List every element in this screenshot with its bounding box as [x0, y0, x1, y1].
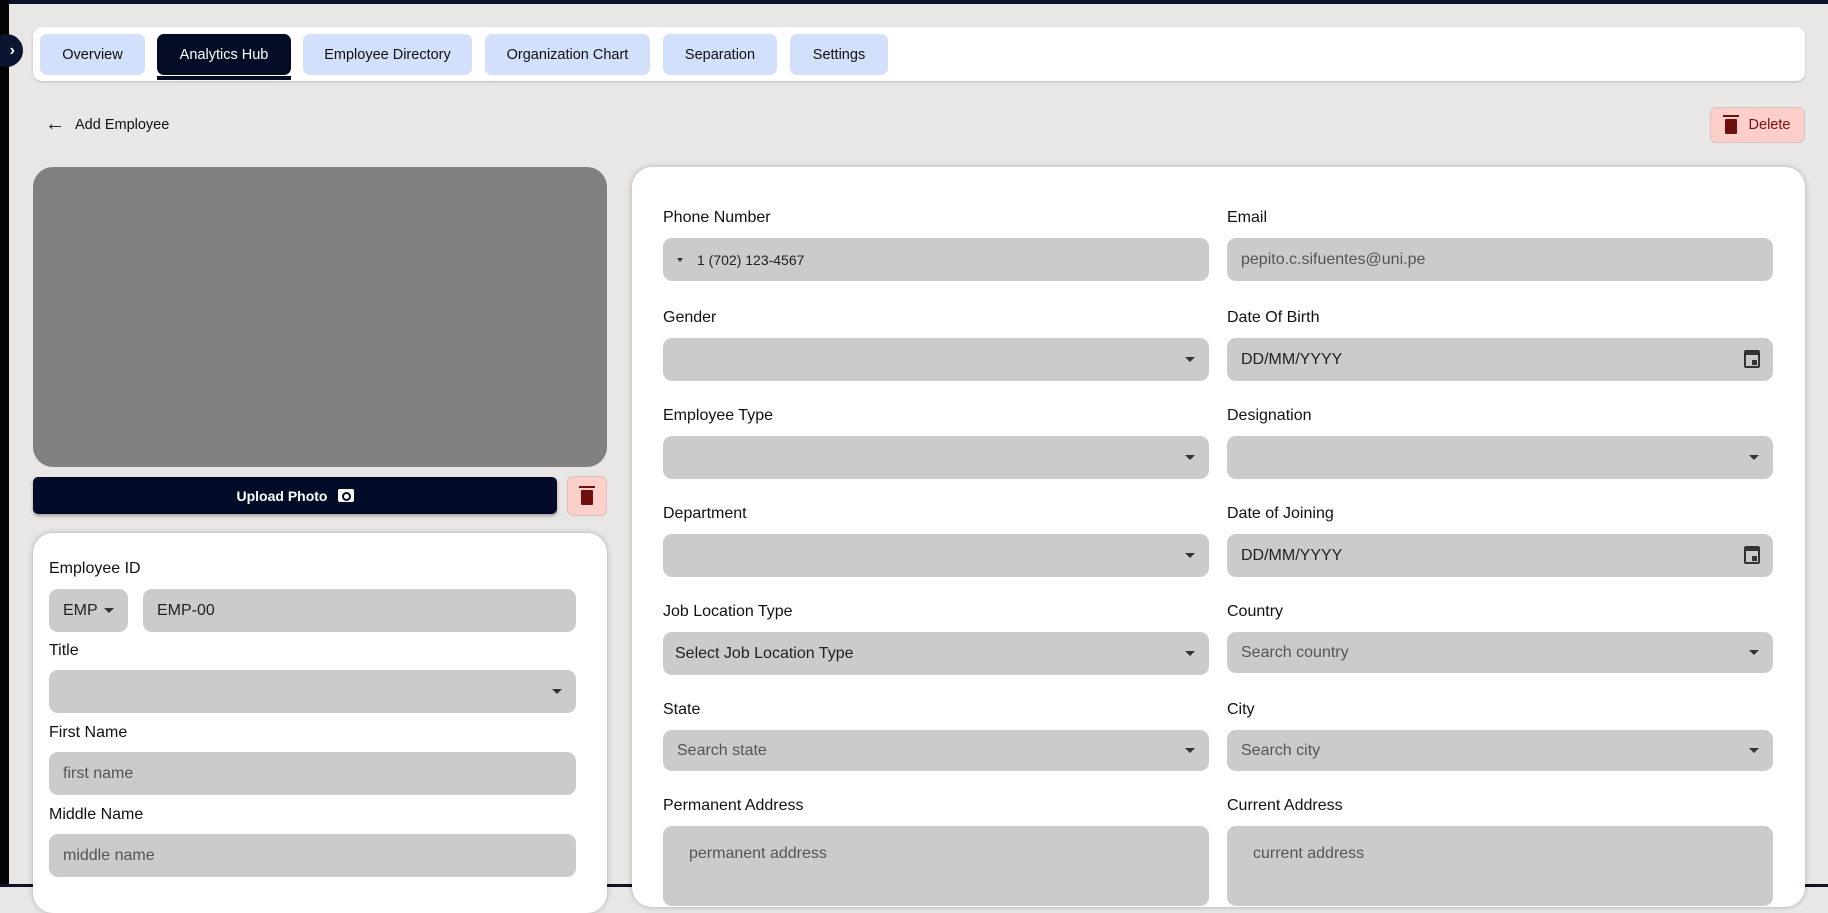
- designation-label: Designation: [1227, 407, 1312, 424]
- dob-label: Date Of Birth: [1227, 309, 1320, 326]
- employee-id-label: Employee ID: [49, 560, 141, 577]
- details-card: Phone Number 1 (702) 123-4567 Email pepi…: [632, 167, 1805, 907]
- sidebar-edge: [0, 0, 9, 887]
- department-select[interactable]: [663, 534, 1209, 577]
- chevron-down-icon: [552, 688, 562, 694]
- chevron-down-icon: [1749, 454, 1759, 460]
- phone-label: Phone Number: [663, 209, 771, 226]
- window-top-bar: [0, 0, 1828, 4]
- chevron-down-icon: [1749, 747, 1759, 753]
- state-select[interactable]: Search state: [663, 730, 1209, 771]
- trash-icon: [1722, 115, 1739, 134]
- tab-overview[interactable]: Overview: [40, 34, 145, 75]
- title-select[interactable]: [49, 670, 576, 713]
- job-location-label: Job Location Type: [663, 603, 793, 620]
- designation-select[interactable]: [1227, 436, 1773, 479]
- phone-value: 1 (702) 123-4567: [697, 251, 805, 268]
- tab-organization-chart[interactable]: Organization Chart: [485, 34, 650, 75]
- employee-id-input[interactable]: EMP-00: [143, 589, 576, 632]
- phone-input[interactable]: 1 (702) 123-4567: [663, 238, 1209, 281]
- doj-placeholder: DD/MM/YYYY: [1241, 546, 1343, 564]
- city-placeholder: Search city: [1241, 741, 1321, 759]
- camera-icon: [337, 489, 354, 502]
- permanent-address-textarea[interactable]: permanent address: [663, 826, 1209, 906]
- delete-button[interactable]: Delete: [1710, 107, 1805, 143]
- basic-info-card: Employee ID EMP EMP-00 Title First Name …: [33, 533, 607, 913]
- back-button[interactable]: ← Add Employee: [45, 113, 169, 136]
- arrow-left-icon: ←: [45, 113, 65, 135]
- remove-photo-button[interactable]: [567, 476, 607, 516]
- department-label: Department: [663, 505, 747, 522]
- tab-settings[interactable]: Settings: [790, 34, 888, 75]
- state-label: State: [663, 701, 701, 718]
- employee-id-prefix-select[interactable]: EMP: [49, 589, 128, 632]
- employee-type-label: Employee Type: [663, 407, 773, 424]
- calendar-icon[interactable]: [1744, 350, 1760, 368]
- calendar-icon[interactable]: [1744, 546, 1760, 564]
- gender-label: Gender: [663, 309, 717, 326]
- chevron-down-icon: [1185, 356, 1195, 362]
- page-title: Add Employee: [75, 116, 170, 133]
- photo-preview: [33, 167, 607, 467]
- chevron-down-icon: [1185, 454, 1195, 460]
- prefix-value: EMP: [63, 601, 98, 619]
- email-label: Email: [1227, 209, 1268, 226]
- doj-input[interactable]: DD/MM/YYYY: [1227, 534, 1773, 577]
- current-address-label: Current Address: [1227, 797, 1343, 814]
- tab-separation[interactable]: Separation: [663, 34, 777, 75]
- tab-bar: Overview Analytics Hub Employee Director…: [33, 27, 1805, 81]
- title-label: Title: [49, 642, 79, 659]
- country-code-caret-icon[interactable]: [677, 257, 683, 262]
- first-name-label: First Name: [49, 724, 128, 741]
- delete-label: Delete: [1748, 117, 1791, 133]
- city-select[interactable]: Search city: [1227, 730, 1773, 771]
- middle-name-input[interactable]: middle name: [49, 834, 576, 877]
- tab-employee-directory[interactable]: Employee Directory: [303, 34, 472, 75]
- chevron-down-icon: [1749, 649, 1759, 655]
- upload-photo-label: Upload Photo: [236, 487, 328, 504]
- chevron-down-icon: [104, 607, 114, 613]
- current-address-textarea[interactable]: current address: [1227, 826, 1773, 906]
- job-location-value: Select Job Location Type: [675, 644, 854, 662]
- chevron-down-icon: [1185, 747, 1195, 753]
- doj-label: Date of Joining: [1227, 505, 1334, 522]
- gender-select[interactable]: [663, 338, 1209, 381]
- tab-analytics-hub[interactable]: Analytics Hub: [157, 34, 291, 75]
- employee-type-select[interactable]: [663, 436, 1209, 479]
- middle-name-label: Middle Name: [49, 806, 144, 823]
- permanent-address-label: Permanent Address: [663, 797, 804, 814]
- active-tab-indicator: [157, 76, 291, 80]
- first-name-input[interactable]: first name: [49, 752, 576, 795]
- chevron-down-icon: [1185, 552, 1195, 558]
- country-placeholder: Search country: [1241, 643, 1349, 661]
- city-label: City: [1227, 701, 1255, 718]
- state-placeholder: Search state: [677, 741, 767, 759]
- job-location-select[interactable]: Select Job Location Type: [663, 632, 1209, 675]
- chevron-down-icon: [1185, 650, 1195, 656]
- dob-input[interactable]: DD/MM/YYYY: [1227, 338, 1773, 381]
- sidebar-toggle-chevron-right-icon[interactable]: ›: [0, 34, 23, 67]
- email-input[interactable]: pepito.c.sifuentes@uni.pe: [1227, 238, 1773, 281]
- country-select[interactable]: Search country: [1227, 632, 1773, 673]
- dob-placeholder: DD/MM/YYYY: [1241, 350, 1343, 368]
- trash-icon: [579, 486, 595, 505]
- upload-photo-button[interactable]: Upload Photo: [33, 477, 557, 514]
- country-label: Country: [1227, 603, 1284, 620]
